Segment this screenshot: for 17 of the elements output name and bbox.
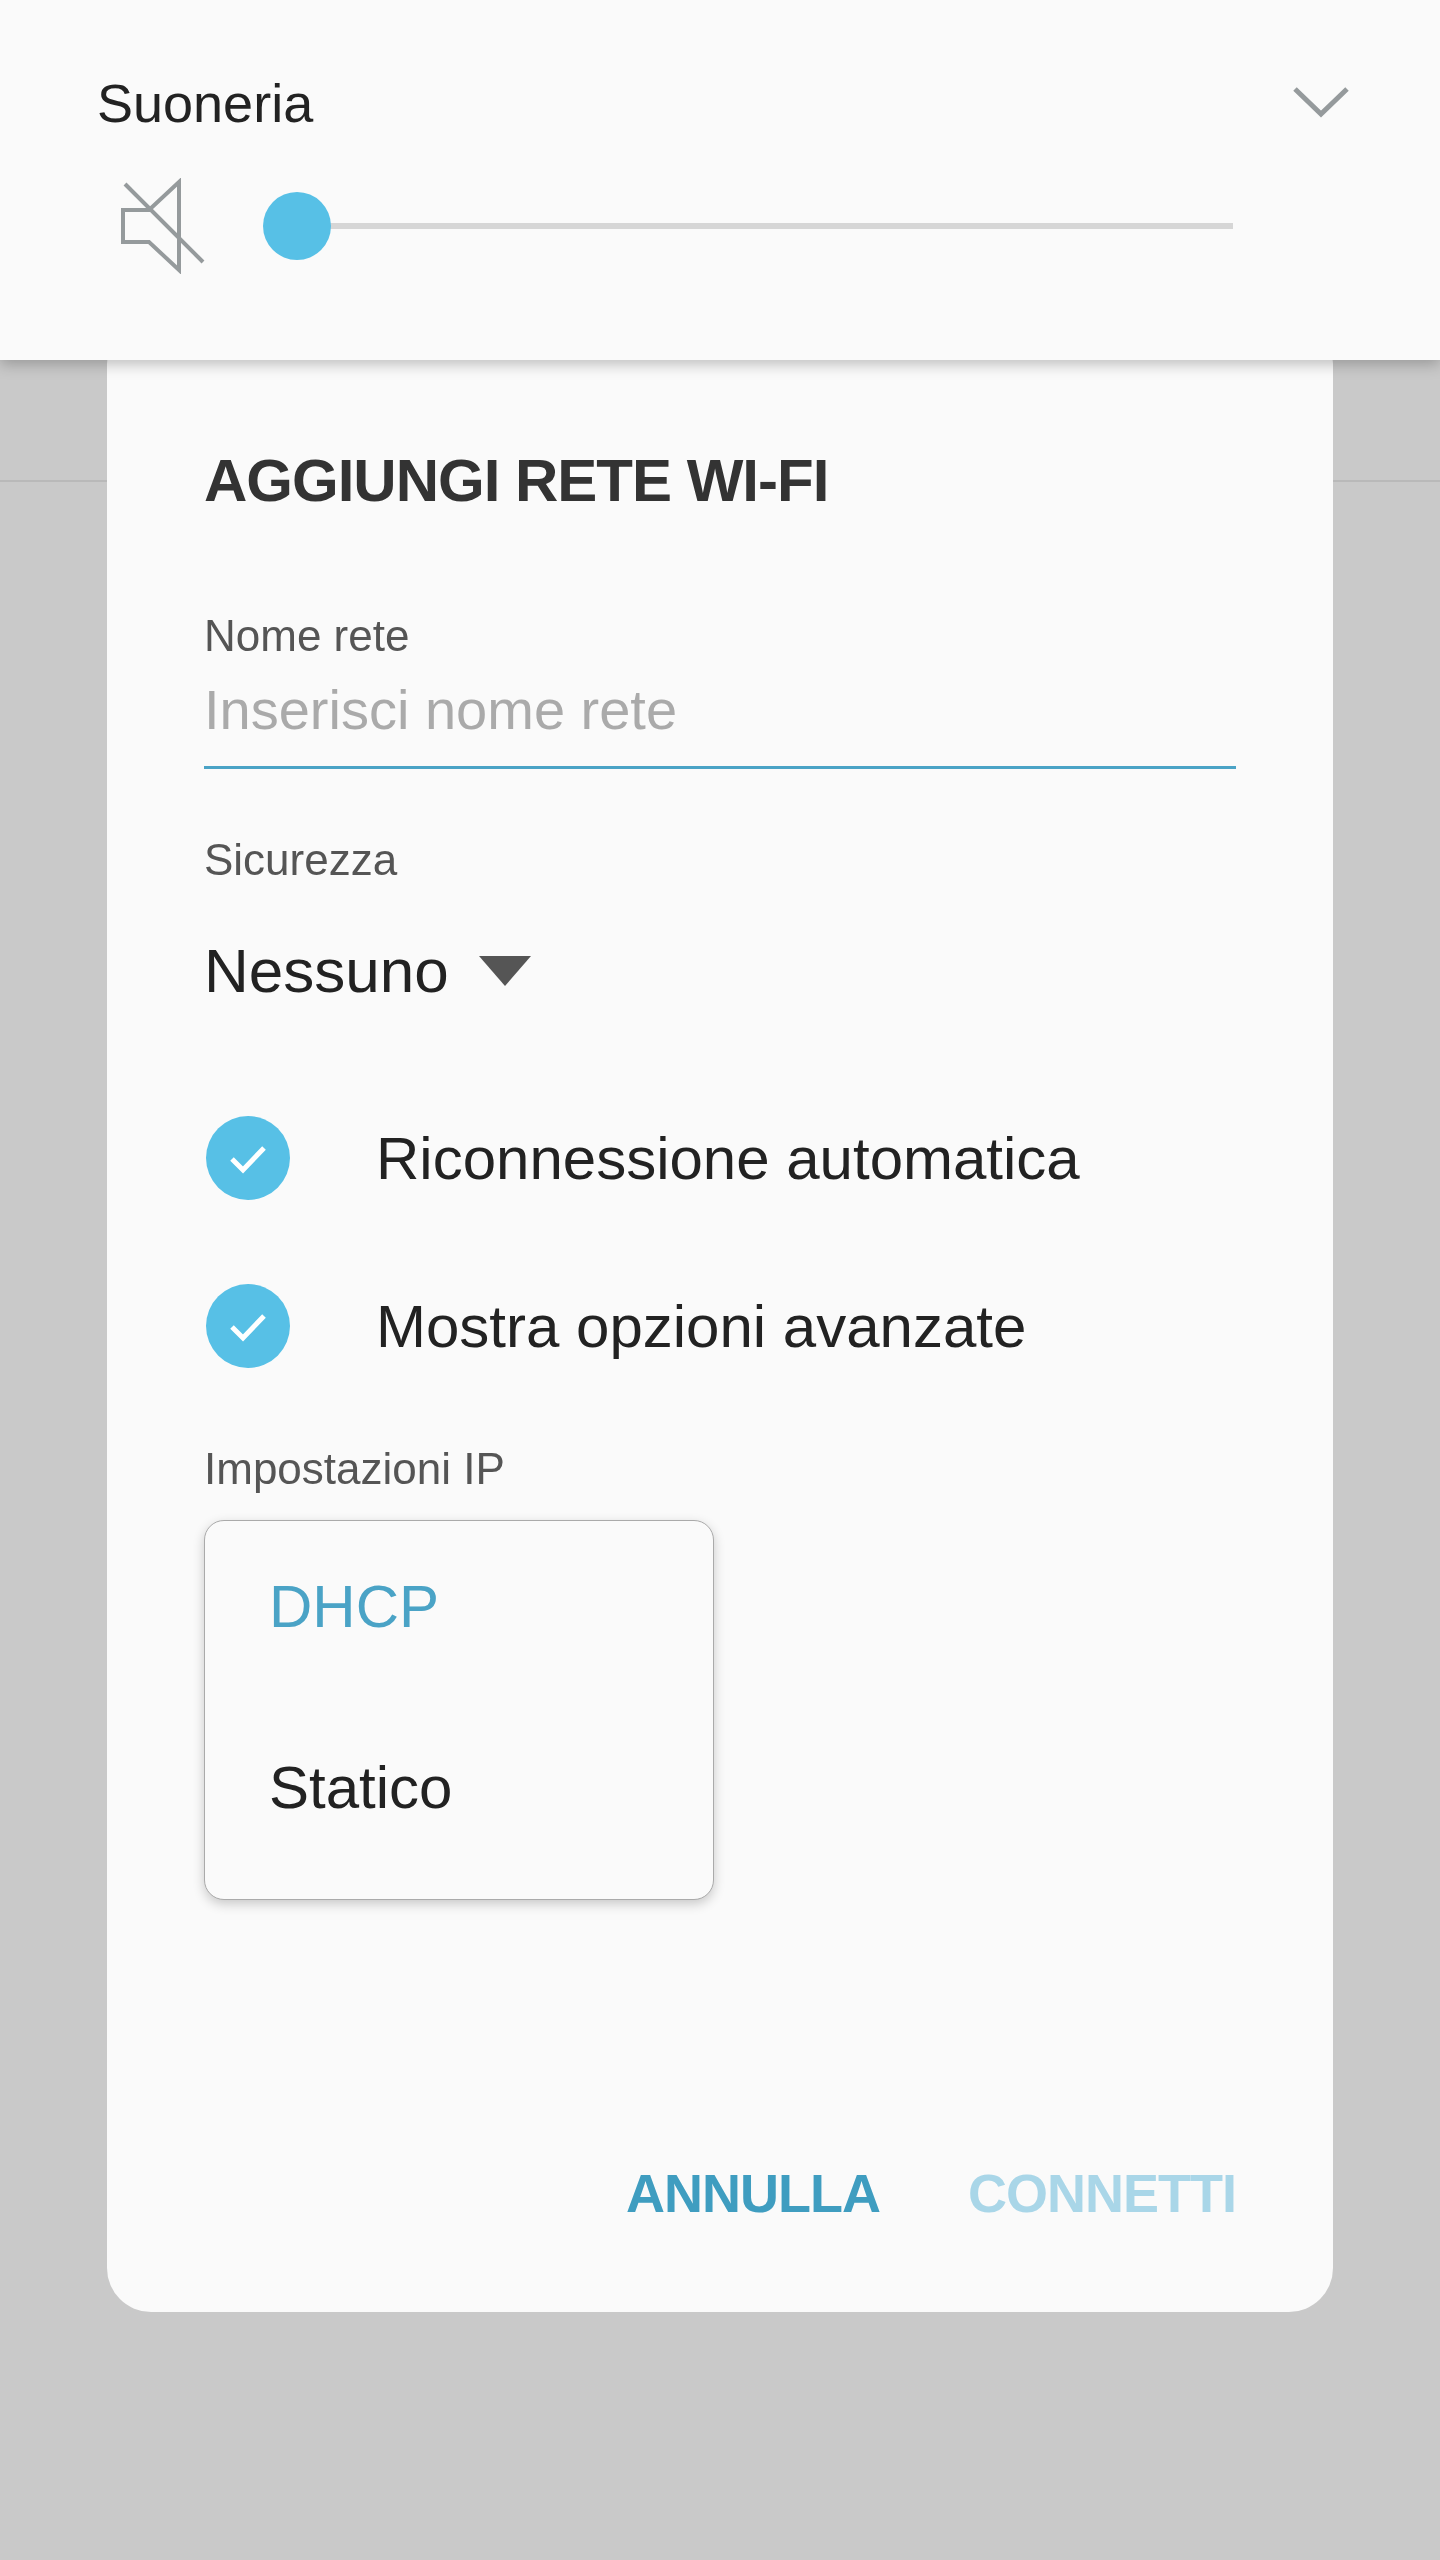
volume-slider[interactable] xyxy=(263,192,1233,260)
field-label: Impostazioni IP xyxy=(204,1444,506,1494)
menu-option[interactable]: DHCP xyxy=(205,1571,445,1642)
checkbox[interactable] xyxy=(206,1116,290,1200)
checkbox-label: Mostra opzioni avanzate xyxy=(376,1291,1027,1361)
field-label: Sicurezza xyxy=(204,835,399,885)
checkbox-label: Riconnessione automatica xyxy=(376,1123,1080,1193)
menu-option[interactable]: Statico xyxy=(205,1752,459,1823)
dialog-button[interactable]: ANNULLA xyxy=(626,2162,880,2224)
volume-title: Suoneria xyxy=(97,72,314,134)
security-dropdown[interactable]: Nessuno xyxy=(204,935,531,1006)
checkbox[interactable] xyxy=(206,1284,290,1368)
network-name-field[interactable]: Inserisci nome rete xyxy=(204,677,1236,769)
caret-icon xyxy=(478,955,531,986)
chevron-down-icon[interactable] xyxy=(1292,86,1350,120)
dialog-title: AGGIUNGI RETE WI-FI xyxy=(204,446,830,515)
field-label: Nome rete xyxy=(204,611,411,661)
